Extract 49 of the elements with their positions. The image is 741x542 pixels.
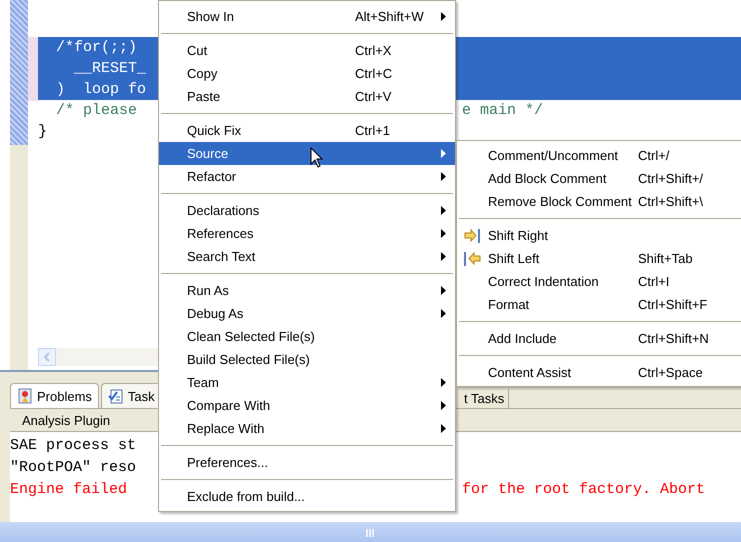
- code-text: }: [38, 123, 48, 140]
- menu-item[interactable]: Quick Fix Ctrl+1: [159, 119, 455, 142]
- menu-item[interactable]: Run As: [159, 279, 455, 302]
- menu-item[interactable]: Clean Selected File(s): [159, 325, 455, 348]
- shift-left-icon: [464, 252, 482, 266]
- menu-item[interactable]: Shift Right: [457, 224, 741, 247]
- menu-item[interactable]: Show In Alt+Shift+W: [159, 5, 455, 28]
- line-highlight: [28, 37, 38, 101]
- code-text: __RESET_: [73, 60, 148, 77]
- problems-icon: [17, 388, 33, 404]
- menu-item[interactable]: Copy Ctrl+C: [159, 62, 455, 85]
- menu-item[interactable]: Preferences...: [159, 451, 455, 474]
- code-text: /* please: [55, 102, 138, 119]
- menu-item[interactable]: Team: [159, 371, 455, 394]
- code-text: e main */: [462, 102, 544, 119]
- menu-item[interactable]: Refactor: [159, 165, 455, 188]
- menu-item[interactable]: Source: [159, 142, 455, 165]
- menu-item[interactable]: Replace With: [159, 417, 455, 440]
- scroll-left-button[interactable]: [38, 348, 56, 366]
- console-text: "RootPOA" reso: [10, 458, 138, 476]
- menu-item[interactable]: Compare With: [159, 394, 455, 417]
- menu-item[interactable]: Search Text: [159, 245, 455, 268]
- panel-title: Analysis Plugin: [22, 412, 110, 428]
- menu-item[interactable]: Content Assist Ctrl+Space: [457, 361, 741, 384]
- menu-item[interactable]: Comment/Uncomment Ctrl+/: [457, 144, 741, 167]
- console-text: Engine failed: [10, 480, 128, 498]
- menu-item[interactable]: Format Ctrl+Shift+F: [457, 293, 741, 316]
- menu-item[interactable]: Cut Ctrl+X: [159, 39, 455, 62]
- menu-item[interactable]: Add Include Ctrl+Shift+N: [457, 327, 741, 350]
- menu-item[interactable]: Shift Left Shift+Tab: [457, 247, 741, 270]
- menu-item[interactable]: Exclude from build...: [159, 485, 455, 508]
- chevron-left-icon: [43, 352, 51, 362]
- menu-item[interactable]: Remove Block Comment Ctrl+Shift+\: [457, 190, 741, 213]
- view-tab[interactable]: Problems: [10, 383, 99, 408]
- menu-item[interactable]: Declarations: [159, 199, 455, 222]
- console-text: for the root factory. Abort: [462, 480, 706, 498]
- task-list-icon: [108, 388, 124, 404]
- menu-item[interactable]: Build Selected File(s): [159, 348, 455, 371]
- menu-item[interactable]: Debug As: [159, 302, 455, 325]
- console-text: SAE process st: [10, 436, 138, 454]
- code-text: ) loop fo: [55, 81, 148, 98]
- menu-item[interactable]: Add Block Comment Ctrl+Shift+/: [457, 167, 741, 190]
- mouse-pointer-icon: [310, 147, 324, 169]
- shift-right-icon: [464, 228, 482, 242]
- menu-item[interactable]: Paste Ctrl+V: [159, 85, 455, 108]
- grip-icon[interactable]: [366, 529, 376, 537]
- menu-item[interactable]: Correct Indentation Ctrl+I: [457, 270, 741, 293]
- menu-item[interactable]: References: [159, 222, 455, 245]
- code-text: /*for(;;): [55, 39, 138, 56]
